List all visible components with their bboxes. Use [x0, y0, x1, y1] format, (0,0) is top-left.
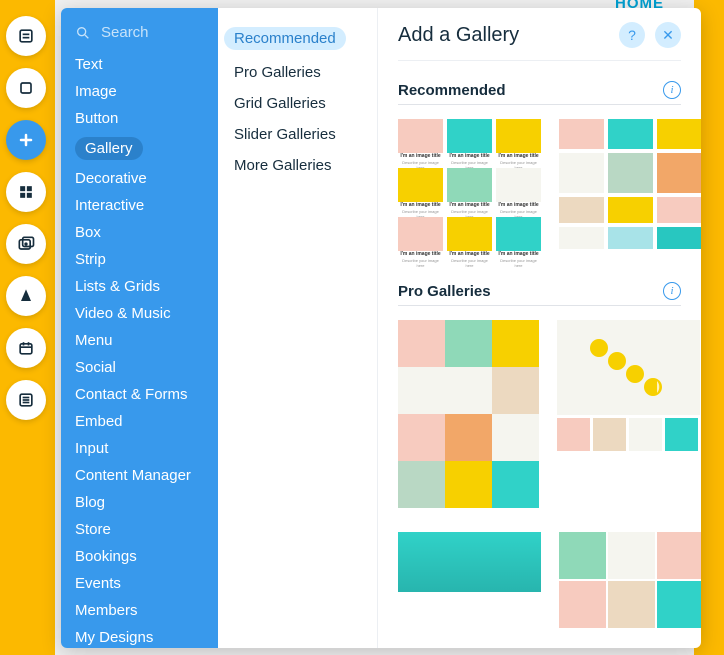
- info-icon[interactable]: i: [663, 81, 681, 99]
- category-content-manager[interactable]: Content Manager: [61, 462, 218, 489]
- category-blog[interactable]: Blog: [61, 489, 218, 516]
- pro-sample-collage[interactable]: [559, 532, 701, 628]
- pro-sample-grid[interactable]: [398, 320, 539, 508]
- add-button[interactable]: [6, 120, 46, 160]
- pro-sample-banner[interactable]: [398, 532, 541, 628]
- gallery-sample-masonry[interactable]: [559, 119, 701, 262]
- search-row[interactable]: [61, 18, 218, 51]
- category-button[interactable]: Button: [61, 105, 218, 132]
- subcategory-panel: RecommendedPro GalleriesGrid GalleriesSl…: [218, 8, 378, 648]
- content-button[interactable]: [6, 380, 46, 420]
- help-button[interactable]: ?: [619, 22, 645, 48]
- add-panel: TextImageButtonGalleryDecorativeInteract…: [61, 8, 701, 648]
- sub-grid-galleries[interactable]: Grid Galleries: [218, 88, 377, 119]
- sub-slider-galleries[interactable]: Slider Galleries: [218, 119, 377, 150]
- category-interactive[interactable]: Interactive: [61, 192, 218, 219]
- media-button[interactable]: [6, 224, 46, 264]
- category-image[interactable]: Image: [61, 78, 218, 105]
- category-box[interactable]: Box: [61, 219, 218, 246]
- category-social[interactable]: Social: [61, 354, 218, 381]
- category-events[interactable]: Events: [61, 570, 218, 597]
- background-button[interactable]: [6, 68, 46, 108]
- close-button[interactable]: ✕: [655, 22, 681, 48]
- left-toolbar: [6, 16, 50, 420]
- panel-title: Add a Gallery: [398, 24, 519, 47]
- pro-sample-feature[interactable]: [557, 320, 700, 508]
- category-text[interactable]: Text: [61, 51, 218, 78]
- info-icon[interactable]: i: [663, 282, 681, 300]
- sub-recommended[interactable]: Recommended: [218, 20, 377, 57]
- section-pro-title: Pro Galleries: [398, 283, 491, 300]
- category-strip[interactable]: Strip: [61, 246, 218, 273]
- sub-more-galleries[interactable]: More Galleries: [218, 150, 377, 181]
- category-input[interactable]: Input: [61, 435, 218, 462]
- category-gallery[interactable]: Gallery: [61, 132, 218, 165]
- bookings-button[interactable]: [6, 328, 46, 368]
- category-menu[interactable]: Menu: [61, 327, 218, 354]
- category-decorative[interactable]: Decorative: [61, 165, 218, 192]
- section-recommended-title: Recommended: [398, 82, 506, 99]
- blog-button[interactable]: [6, 276, 46, 316]
- sub-pro-galleries[interactable]: Pro Galleries: [218, 57, 377, 88]
- category-embed[interactable]: Embed: [61, 408, 218, 435]
- category-contact-forms[interactable]: Contact & Forms: [61, 381, 218, 408]
- apps-button[interactable]: [6, 172, 46, 212]
- content-area: Add a Gallery ? ✕ Recommended i I'm an i…: [378, 8, 701, 648]
- search-icon: [75, 25, 91, 41]
- category-bookings[interactable]: Bookings: [61, 543, 218, 570]
- category-members[interactable]: Members: [61, 597, 218, 624]
- category-sidebar: TextImageButtonGalleryDecorativeInteract…: [61, 8, 218, 648]
- category-store[interactable]: Store: [61, 516, 218, 543]
- category-lists-grids[interactable]: Lists & Grids: [61, 273, 218, 300]
- pages-button[interactable]: [6, 16, 46, 56]
- search-input[interactable]: [101, 24, 201, 41]
- gallery-sample-captioned[interactable]: I'm an image titleDescribe your image he…: [398, 119, 541, 262]
- category-my-designs[interactable]: My Designs: [61, 624, 218, 648]
- category-video-music[interactable]: Video & Music: [61, 300, 218, 327]
